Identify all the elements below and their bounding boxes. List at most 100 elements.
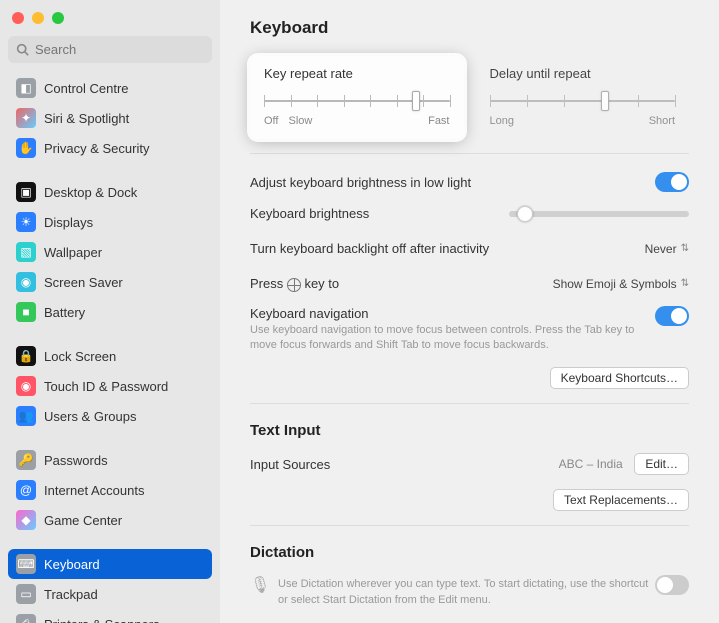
search-input[interactable]	[35, 42, 211, 57]
sidebar-item-printers-scanners[interactable]: ⎙ Printers & Scanners	[8, 609, 212, 623]
text-replacements-button[interactable]: Text Replacements…	[553, 489, 689, 511]
sidebar-icon: 👥	[16, 406, 36, 426]
sidebar-icon: ◆	[16, 510, 36, 530]
search-field-container[interactable]	[8, 36, 212, 63]
close-window-button[interactable]	[12, 12, 24, 24]
sidebar: ◧ Control Centre ✦ Siri & Spotlight ✋ Privacy…	[0, 0, 220, 623]
repeat-fast-label: Fast	[428, 115, 449, 127]
sidebar-icon: ▧	[16, 242, 36, 262]
sidebar-icon: ⎙	[16, 614, 36, 623]
keyboard-brightness-slider[interactable]	[509, 211, 689, 217]
minimize-window-button[interactable]	[32, 12, 44, 24]
sidebar-icon: ✋	[16, 138, 36, 158]
delay-panel: Delay until repeat Long Short	[476, 56, 690, 139]
sidebar-icon: 🔑	[16, 450, 36, 470]
globe-icon	[287, 278, 301, 292]
sidebar-item-game-center[interactable]: ◆ Game Center	[8, 505, 212, 535]
sidebar-item-label: Displays	[44, 215, 93, 230]
sidebar-item-internet-accounts[interactable]: @ Internet Accounts	[8, 475, 212, 505]
search-icon	[16, 43, 29, 56]
sidebar-item-wallpaper[interactable]: ▧ Wallpaper	[8, 237, 212, 267]
sidebar-item-label: Internet Accounts	[44, 483, 144, 498]
keyboard-nav-desc: Use keyboard navigation to move focus be…	[250, 323, 635, 354]
fullscreen-window-button[interactable]	[52, 12, 64, 24]
sidebar-item-passwords[interactable]: 🔑 Passwords	[8, 445, 212, 475]
page-title: Keyboard	[250, 18, 689, 38]
sidebar-item-label: Wallpaper	[44, 245, 102, 260]
sidebar-item-label: Control Centre	[44, 81, 129, 96]
sidebar-group: ▣ Desktop & Dock ☀Displays ▧ Wallpaper ◉ Scree…	[8, 177, 212, 327]
repeat-off-label: Off	[264, 115, 278, 127]
edit-input-sources-button[interactable]: Edit…	[634, 453, 689, 475]
keyboard-shortcuts-button[interactable]: Keyboard Shortcuts…	[550, 367, 689, 389]
text-input-heading: Text Input	[250, 422, 689, 439]
sidebar-item-trackpad[interactable]: ▭ Trackpad	[8, 579, 212, 609]
sidebar-group: 🔒Lock Screen◉Touch ID & Password 👥 Users &…	[8, 341, 212, 431]
sidebar-item-users-groups[interactable]: 👥 Users & Groups	[8, 401, 212, 431]
sidebar-item-label: Printers & Scanners	[44, 617, 160, 623]
dictation-toggle[interactable]	[655, 575, 689, 595]
microphone-icon: 🎙	[250, 575, 272, 595]
sidebar-icon: @	[16, 480, 36, 500]
window-controls	[12, 12, 212, 24]
dictation-row: 🎙 Use Dictation wherever you can type te…	[250, 571, 689, 612]
sidebar-group: ◧ Control Centre ✦ Siri & Spotlight ✋ Privacy…	[8, 73, 212, 163]
sidebar-item-battery[interactable]: ■ Battery	[8, 297, 212, 327]
main-content: Keyboard Key repeat rate Off Slow Fast D…	[220, 0, 719, 623]
sidebar-item-privacy-security[interactable]: ✋ Privacy & Security	[8, 133, 212, 163]
key-repeat-slider[interactable]	[264, 91, 450, 111]
sidebar-item-label: Screen Saver	[44, 275, 123, 290]
keyboard-nav-toggle[interactable]	[655, 306, 689, 326]
slider-knob[interactable]	[601, 91, 609, 111]
sidebar-item-label: Trackpad	[44, 587, 98, 602]
slider-knob[interactable]	[412, 91, 420, 111]
sidebar-item-label: Desktop & Dock	[44, 185, 137, 200]
sidebar-item-label: Privacy & Security	[44, 141, 149, 156]
sidebar-item-label: Keyboard	[44, 557, 100, 572]
sidebar-icon: ◉	[16, 272, 36, 292]
sidebar-item-lock-screen[interactable]: 🔒Lock Screen	[8, 341, 212, 371]
backlight-off-popup[interactable]: Never⇅	[645, 242, 689, 256]
repeat-slow-label: Slow	[288, 115, 312, 127]
sliders-row: Key repeat rate Off Slow Fast Delay unti…	[250, 56, 689, 139]
sidebar-item-label: Battery	[44, 305, 85, 320]
input-sources-label: Input Sources	[250, 457, 330, 472]
sidebar-item-label: Passwords	[44, 453, 108, 468]
sidebar-icon: ▣	[16, 182, 36, 202]
delay-slider[interactable]	[490, 91, 676, 111]
dictation-desc: Use Dictation wherever you can type text…	[278, 577, 655, 608]
input-sources-value: ABC – India	[559, 457, 623, 471]
sidebar-icon: ✦	[16, 108, 36, 128]
delay-short-label: Short	[649, 115, 675, 127]
press-globe-label: Press key to	[250, 276, 339, 292]
sidebar-item-desktop-dock[interactable]: ▣ Desktop & Dock	[8, 177, 212, 207]
sidebar-item-keyboard[interactable]: ⌨ Keyboard	[8, 549, 212, 579]
sidebar-item-label: Lock Screen	[44, 349, 116, 364]
chevron-updown-icon: ⇅	[681, 278, 689, 289]
press-globe-popup[interactable]: Show Emoji & Symbols⇅	[553, 277, 689, 291]
press-globe-row: Press key to Show Emoji & Symbols⇅	[250, 266, 689, 302]
sidebar-group: 🔑 Passwords @ Internet Accounts ◆ Game Center	[8, 445, 212, 535]
sidebar-icon: ■	[16, 302, 36, 322]
sidebar-icon: ◉	[16, 376, 36, 396]
sidebar-group: ⌨ Keyboard ▭ Trackpad ⎙ Printers & Scanners	[8, 549, 212, 623]
sidebar-item-screen-saver[interactable]: ◉ Screen Saver	[8, 267, 212, 297]
sidebar-item-displays[interactable]: ☀Displays	[8, 207, 212, 237]
backlight-off-row: Turn keyboard backlight off after inacti…	[250, 231, 689, 266]
sidebar-icon: ⌨	[16, 554, 36, 574]
sidebar-item-label: Users & Groups	[44, 409, 136, 424]
sidebar-icon: ◧	[16, 78, 36, 98]
keyboard-nav-label: Keyboard navigation	[250, 306, 635, 321]
input-sources-row: Input Sources ABC – India Edit…	[250, 449, 689, 479]
backlight-off-label: Turn keyboard backlight off after inacti…	[250, 241, 489, 256]
delay-long-label: Long	[490, 115, 514, 127]
keyboard-brightness-row: Keyboard brightness	[250, 196, 689, 231]
sidebar-icon: ▭	[16, 584, 36, 604]
sidebar-item-label: Game Center	[44, 513, 122, 528]
sidebar-item-touch-id-password[interactable]: ◉Touch ID & Password	[8, 371, 212, 401]
adjust-brightness-toggle[interactable]	[655, 172, 689, 192]
key-repeat-label: Key repeat rate	[264, 66, 450, 81]
sidebar-item-siri-spotlight[interactable]: ✦ Siri & Spotlight	[8, 103, 212, 133]
sidebar-item-label: Siri & Spotlight	[44, 111, 129, 126]
sidebar-item-control-centre[interactable]: ◧ Control Centre	[8, 73, 212, 103]
